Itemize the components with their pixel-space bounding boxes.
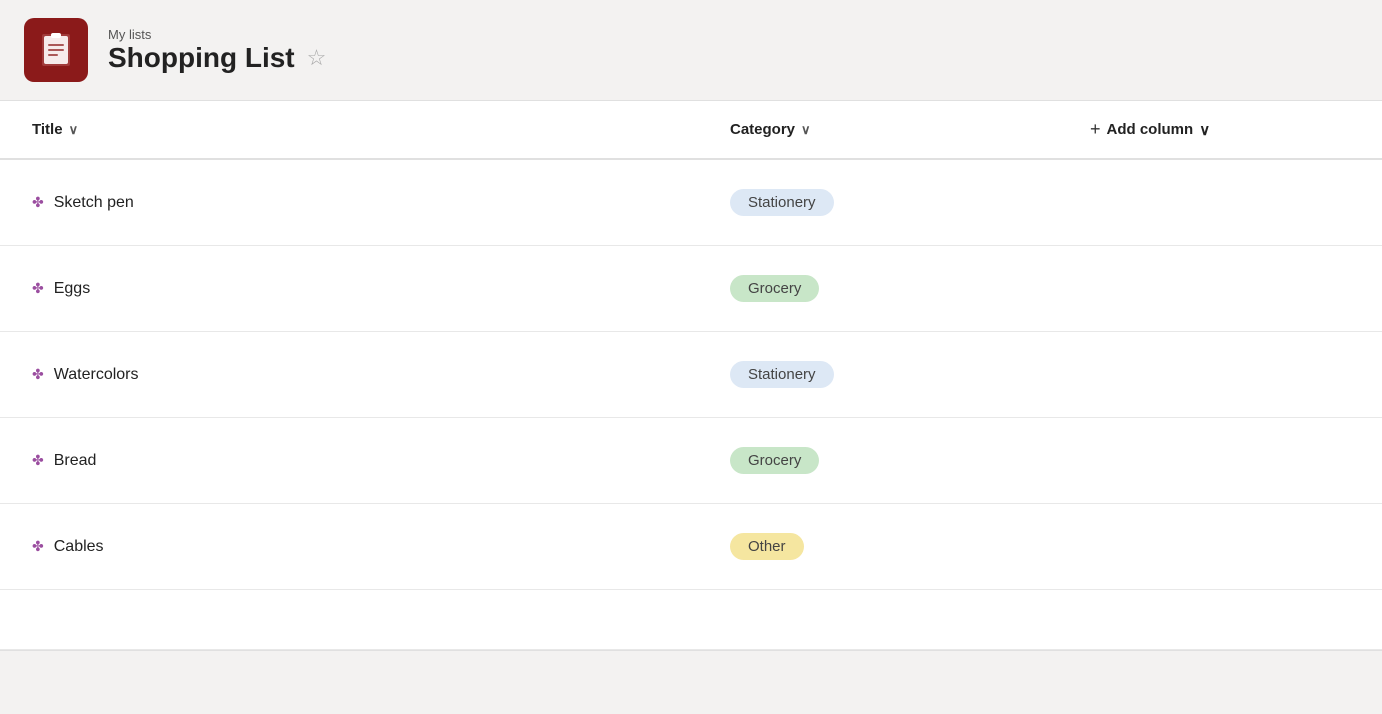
title-col-chevron: ∨ (69, 122, 79, 138)
table-row[interactable]: ✤ Watercolors Stationery (0, 332, 1382, 418)
item-title: Eggs (54, 280, 90, 298)
category-badge: Other (730, 533, 804, 560)
table-row[interactable]: ✤ Eggs Grocery (0, 246, 1382, 332)
category-col-chevron: ∨ (801, 122, 811, 138)
add-col-chevron: ∨ (1199, 121, 1210, 139)
drag-handle-icon: ✤ (32, 280, 44, 297)
row-title-cell: ✤ Bread (32, 452, 730, 470)
item-title: Bread (54, 452, 97, 470)
row-category-cell: Other (730, 533, 1090, 560)
table-row-empty[interactable] (0, 590, 1382, 650)
item-title: Cables (54, 538, 104, 556)
row-title-cell: ✤ Cables (32, 538, 730, 556)
favorite-star-icon[interactable]: ☆ (307, 45, 327, 71)
category-badge: Grocery (730, 275, 819, 302)
title-column-header[interactable]: Title ∨ (32, 101, 730, 158)
table-header: Title ∨ Category ∨ + Add column ∨ (0, 101, 1382, 160)
drag-handle-icon: ✤ (32, 366, 44, 383)
page-header: My lists Shopping List ☆ (0, 0, 1382, 100)
item-title: Sketch pen (54, 194, 134, 212)
category-column-header[interactable]: Category ∨ (730, 101, 1090, 158)
category-badge: Stationery (730, 189, 834, 216)
category-badge: Stationery (730, 361, 834, 388)
add-col-label: Add column (1107, 121, 1194, 138)
list-table: Title ∨ Category ∨ + Add column ∨ ✤ Sket… (0, 100, 1382, 651)
row-category-cell: Grocery (730, 447, 1090, 474)
page-title: Shopping List (108, 42, 295, 74)
header-text: My lists Shopping List ☆ (108, 27, 326, 74)
table-row[interactable]: ✤ Bread Grocery (0, 418, 1382, 504)
category-badge: Grocery (730, 447, 819, 474)
category-col-label: Category (730, 121, 795, 138)
breadcrumb: My lists (108, 27, 326, 42)
row-title-cell: ✤ Eggs (32, 280, 730, 298)
row-title-cell: ✤ Sketch pen (32, 194, 730, 212)
app-icon (24, 18, 88, 82)
title-col-label: Title (32, 121, 63, 138)
row-category-cell: Stationery (730, 189, 1090, 216)
drag-handle-icon: ✤ (32, 194, 44, 211)
add-column-header[interactable]: + Add column ∨ (1090, 101, 1350, 158)
title-row: Shopping List ☆ (108, 42, 326, 74)
plus-icon: + (1090, 119, 1101, 140)
row-title-cell: ✤ Watercolors (32, 366, 730, 384)
drag-handle-icon: ✤ (32, 538, 44, 555)
drag-handle-icon: ✤ (32, 452, 44, 469)
table-row[interactable]: ✤ Sketch pen Stationery (0, 160, 1382, 246)
row-category-cell: Grocery (730, 275, 1090, 302)
row-category-cell: Stationery (730, 361, 1090, 388)
table-row[interactable]: ✤ Cables Other (0, 504, 1382, 590)
item-title: Watercolors (54, 366, 139, 384)
